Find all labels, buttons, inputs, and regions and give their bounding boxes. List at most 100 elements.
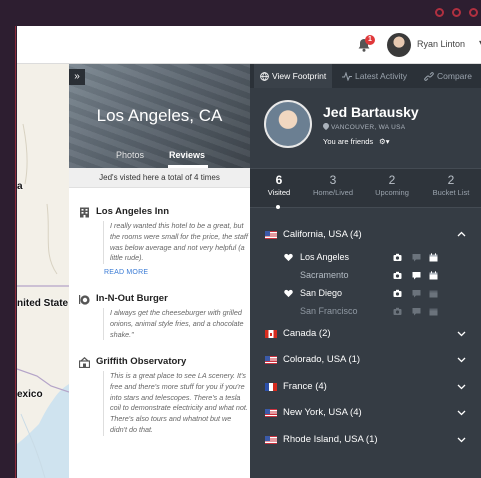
friend-status[interactable]: You are friends xyxy=(323,137,373,146)
camera-icon[interactable] xyxy=(393,289,402,298)
chevron-down-icon[interactable] xyxy=(457,435,466,444)
stat-visited[interactable]: 6 Visited xyxy=(250,173,308,197)
region-row[interactable]: California, USA (4) xyxy=(250,225,481,247)
window-close-button[interactable] xyxy=(469,8,478,17)
calendar-icon[interactable] xyxy=(429,253,438,262)
restaurant-icon xyxy=(79,295,90,305)
region-name: France (4) xyxy=(283,381,327,392)
place-title: Los Angeles, CA xyxy=(96,106,223,125)
region-name: Colorado, USA (1) xyxy=(283,354,361,365)
map-view[interactable]: a nited State exico xyxy=(17,64,69,478)
double-chevron-right-icon[interactable]: » xyxy=(69,69,85,85)
review-title[interactable]: Los Angeles Inn xyxy=(96,206,169,217)
france-flag-icon xyxy=(265,383,277,391)
calendar-icon[interactable] xyxy=(429,289,438,298)
profile-location: VANCOUVER, WA USA xyxy=(323,123,405,131)
region-row[interactable]: Canada (2) xyxy=(250,324,481,346)
comment-icon[interactable] xyxy=(412,307,421,316)
city-row[interactable]: Los Angeles xyxy=(250,249,481,267)
tab-latest-activity[interactable]: Latest Activity xyxy=(342,64,407,88)
heart-icon[interactable] xyxy=(284,253,293,262)
stat-value: 6 xyxy=(275,173,283,187)
city-name: Los Angeles xyxy=(300,252,350,262)
city-name: Sacramento xyxy=(300,270,349,280)
stat-label: Home/Lived xyxy=(312,188,354,197)
tab-photos[interactable]: Photos xyxy=(116,150,144,160)
profile-tab-bar: View Footprint Latest Activity Compare xyxy=(250,64,481,88)
comment-icon[interactable] xyxy=(412,289,421,298)
chevron-down-icon[interactable] xyxy=(457,408,466,417)
review-title[interactable]: In-N-Out Burger xyxy=(96,293,168,304)
hotel-icon xyxy=(80,207,89,218)
user-name[interactable]: Ryan Linton xyxy=(417,39,465,49)
map-label: nited State xyxy=(17,298,69,309)
activity-icon xyxy=(342,71,352,82)
user-avatar[interactable] xyxy=(387,33,411,57)
review-text: This is a great place to see LA scenery.… xyxy=(103,371,249,436)
review-text: I really wanted this hotel to be a great… xyxy=(103,221,249,265)
city-row[interactable]: San Francisco xyxy=(250,303,481,321)
comment-icon[interactable] xyxy=(412,271,421,280)
tab-label: Latest Activity xyxy=(355,71,407,81)
region-row[interactable]: France (4) xyxy=(250,377,481,399)
chevron-down-icon[interactable] xyxy=(457,355,466,364)
location-pin-icon xyxy=(323,123,329,130)
stat-home-lived[interactable]: 3 Home/Lived xyxy=(304,173,362,197)
map-label: a xyxy=(17,181,23,192)
globe-icon xyxy=(260,72,269,81)
calendar-icon[interactable] xyxy=(429,271,438,280)
comment-icon[interactable] xyxy=(412,253,421,262)
window-minimize-button[interactable] xyxy=(435,8,444,17)
camera-icon[interactable] xyxy=(393,271,402,280)
read-more-link[interactable]: READ MORE xyxy=(104,269,148,276)
place-hero-image: » Los Angeles, CA Photos Reviews xyxy=(69,64,250,168)
us-flag-icon xyxy=(265,436,277,444)
heart-icon[interactable] xyxy=(284,289,293,298)
link-icon xyxy=(424,72,434,81)
review-title[interactable]: Griffith Observatory xyxy=(96,356,186,367)
stat-label: Visited xyxy=(267,188,291,197)
stat-label: Upcoming xyxy=(375,188,409,197)
camera-icon[interactable] xyxy=(393,253,402,262)
travel-stats: 6 Visited 3 Home/Lived 2 Upcoming 2 Buck… xyxy=(250,168,481,209)
city-row[interactable]: San Diego xyxy=(250,285,481,303)
profile-location-text: VANCOUVER, WA USA xyxy=(331,124,406,131)
visits-banner: Jed's visted here a total of 4 times xyxy=(69,168,250,188)
region-name: Canada (2) xyxy=(283,328,331,339)
us-flag-icon xyxy=(265,231,277,239)
chevron-down-icon[interactable] xyxy=(457,329,466,338)
stat-bucket-list[interactable]: 2 Bucket List xyxy=(422,173,480,197)
place-detail-panel: » Los Angeles, CA Photos Reviews Jed's v… xyxy=(69,64,250,478)
review-item: In-N-Out Burger I always get the cheeseb… xyxy=(79,293,247,353)
region-row[interactable]: Colorado, USA (1) xyxy=(250,350,481,372)
city-name: San Francisco xyxy=(300,306,358,316)
tab-label: Compare xyxy=(437,71,472,81)
us-flag-icon xyxy=(265,409,277,417)
chevron-down-icon[interactable] xyxy=(457,382,466,391)
canada-flag-icon xyxy=(265,330,277,338)
city-row[interactable]: Sacramento xyxy=(250,267,481,285)
region-row[interactable]: Rhode Island, USA (1) xyxy=(250,430,481,452)
notification-badge: 1 xyxy=(365,35,375,45)
tab-reviews[interactable]: Reviews xyxy=(169,150,205,160)
city-name: San Diego xyxy=(300,288,343,298)
region-name: Rhode Island, USA (1) xyxy=(283,434,378,445)
gear-dropdown-icon[interactable]: ⚙▾ xyxy=(379,137,390,146)
review-item: Griffith Observatory This is a great pla… xyxy=(79,356,249,466)
window-title-bar xyxy=(0,0,481,26)
profile-panel: View Footprint Latest Activity Compare J… xyxy=(250,64,481,478)
region-row[interactable]: New York, USA (4) xyxy=(250,403,481,425)
map-land-shapes xyxy=(17,64,69,478)
tab-compare[interactable]: Compare xyxy=(424,64,472,88)
top-app-bar: 1 Ryan Linton ▾ xyxy=(17,26,481,64)
calendar-icon[interactable] xyxy=(429,307,438,316)
region-name: New York, USA (4) xyxy=(283,407,362,418)
window-maximize-button[interactable] xyxy=(452,8,461,17)
stat-value: 3 xyxy=(329,173,337,187)
chevron-up-icon[interactable] xyxy=(457,230,466,239)
tab-view-footprint[interactable]: View Footprint xyxy=(254,64,333,88)
active-stat-indicator xyxy=(276,205,280,209)
camera-icon[interactable] xyxy=(393,307,402,316)
stat-upcoming[interactable]: 2 Upcoming xyxy=(363,173,421,197)
window-left-edge xyxy=(0,26,17,478)
